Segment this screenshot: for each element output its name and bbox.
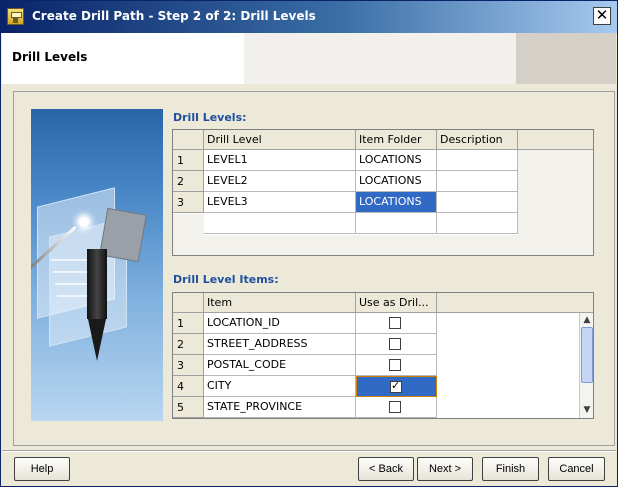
description-cell[interactable] <box>437 150 518 171</box>
next-button[interactable]: Next > <box>417 457 473 481</box>
new-item-folder-cell[interactable] <box>356 213 437 234</box>
drill-level-items-table: Item Use as Dril... 1 LOCATION_ID 2 STRE… <box>172 292 594 419</box>
row-header-corner <box>173 130 204 150</box>
checkbox-icon[interactable] <box>389 401 401 413</box>
checkbox-icon[interactable] <box>389 359 401 371</box>
column-header-empty <box>437 293 593 313</box>
row-number[interactable]: 1 <box>173 150 204 171</box>
wizard-illustration <box>31 109 163 421</box>
close-icon: ✕ <box>595 6 609 24</box>
help-button[interactable]: Help <box>14 457 70 481</box>
use-as-drill-cell[interactable] <box>356 355 437 376</box>
row-number[interactable]: 4 <box>173 376 204 397</box>
column-header-item[interactable]: Item <box>204 293 356 313</box>
column-header-empty <box>518 130 593 150</box>
content-panel: Drill Levels: Drill Level Item Folder De… <box>13 91 615 446</box>
column-header-drill-level[interactable]: Drill Level <box>204 130 356 150</box>
item-cell[interactable]: STATE_PROVINCE <box>204 397 356 418</box>
title-bar: Create Drill Path - Step 2 of 2: Drill L… <box>1 1 617 33</box>
header-spacer <box>244 33 516 84</box>
page-title: Drill Levels <box>12 50 88 64</box>
scrollbar-thumb[interactable] <box>581 327 593 383</box>
finish-button[interactable]: Finish <box>482 457 539 481</box>
vertical-scrollbar[interactable]: ▲ ▼ <box>579 313 593 418</box>
description-cell[interactable] <box>437 171 518 192</box>
scroll-up-icon[interactable]: ▲ <box>581 314 593 326</box>
column-header-use-as-drill[interactable]: Use as Dril... <box>356 293 437 313</box>
drill-level-cell[interactable]: LEVEL2 <box>204 171 356 192</box>
checkbox-checked-icon[interactable] <box>390 379 402 393</box>
row-header-corner <box>173 293 204 313</box>
table-filler <box>518 150 593 255</box>
item-folder-cell[interactable]: LOCATIONS <box>356 150 437 171</box>
checkbox-icon[interactable] <box>389 317 401 329</box>
column-header-description[interactable]: Description <box>437 130 518 150</box>
checkbox-icon[interactable] <box>389 338 401 350</box>
row-number[interactable]: 2 <box>173 334 204 355</box>
item-cell[interactable]: CITY <box>204 376 356 397</box>
back-button[interactable]: < Back <box>358 457 414 481</box>
item-cell[interactable]: STREET_ADDRESS <box>204 334 356 355</box>
drill-level-cell[interactable]: LEVEL1 <box>204 150 356 171</box>
item-cell[interactable]: POSTAL_CODE <box>204 355 356 376</box>
use-as-drill-cell-focused[interactable] <box>356 376 437 397</box>
row-number[interactable]: 1 <box>173 313 204 334</box>
scroll-down-icon[interactable]: ▼ <box>581 404 593 416</box>
drill-level-cell[interactable]: LEVEL3 <box>204 192 356 213</box>
table-filler <box>204 235 518 255</box>
use-as-drill-cell[interactable] <box>356 313 437 334</box>
item-folder-cell[interactable]: LOCATIONS <box>356 171 437 192</box>
table-filler <box>437 313 577 418</box>
item-folder-cell-selected[interactable]: LOCATIONS <box>356 192 437 213</box>
close-button[interactable]: ✕ <box>593 7 611 25</box>
new-description-cell[interactable] <box>437 213 518 234</box>
item-cell[interactable]: LOCATION_ID <box>204 313 356 334</box>
row-number[interactable]: 3 <box>173 355 204 376</box>
cancel-button[interactable]: Cancel <box>548 457 605 481</box>
table-filler <box>173 214 204 255</box>
description-cell[interactable] <box>437 192 518 213</box>
header-white-area: Drill Levels <box>2 33 244 84</box>
drill-levels-table: Drill Level Item Folder Description 1 LE… <box>172 129 594 256</box>
app-icon <box>7 8 24 25</box>
header-band: Drill Levels <box>2 33 616 84</box>
column-header-item-folder[interactable]: Item Folder <box>356 130 437 150</box>
new-drill-level-cell[interactable] <box>204 213 356 234</box>
use-as-drill-cell[interactable] <box>356 397 437 418</box>
row-number[interactable]: 3 <box>173 192 204 213</box>
footer-divider <box>2 450 616 452</box>
row-number[interactable]: 5 <box>173 397 204 418</box>
window-title: Create Drill Path - Step 2 of 2: Drill L… <box>32 9 316 23</box>
illustration-spark <box>79 217 89 227</box>
use-as-drill-cell[interactable] <box>356 334 437 355</box>
dialog-window: Create Drill Path - Step 2 of 2: Drill L… <box>0 0 618 487</box>
row-number[interactable]: 2 <box>173 171 204 192</box>
drill-level-items-label: Drill Level Items: <box>173 273 279 286</box>
drill-levels-label: Drill Levels: <box>173 111 247 124</box>
drill-icon <box>87 249 107 361</box>
